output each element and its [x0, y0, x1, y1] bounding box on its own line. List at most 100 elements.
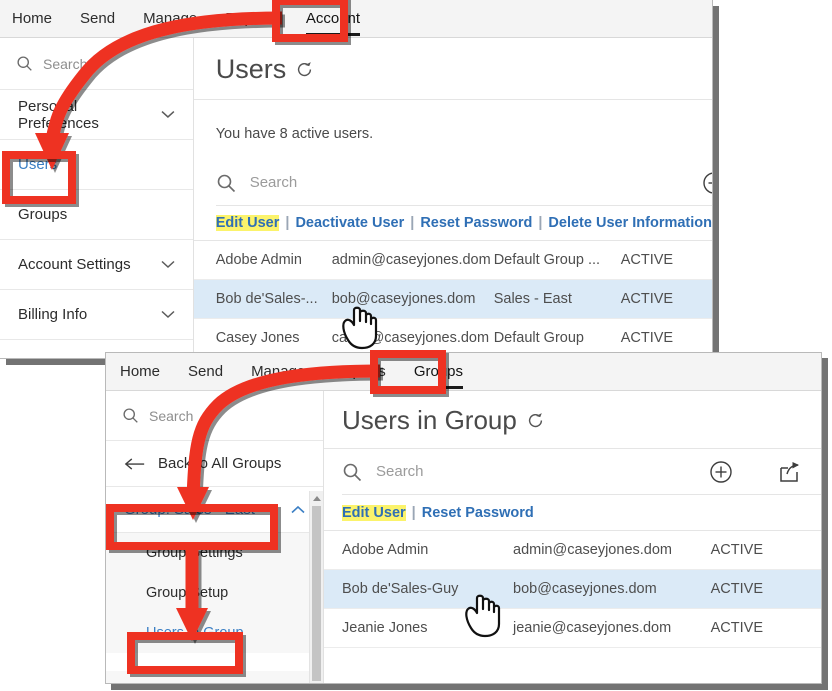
add-user-to-group-button[interactable] [709, 460, 733, 488]
nav-item-reports[interactable]: Reports [225, 10, 278, 27]
page-title: Users in Group [324, 391, 821, 448]
sidebar-filler [106, 671, 323, 683]
table-row[interactable]: Bob de'Sales-... bob@caseyjones.dom Sale… [193, 279, 712, 319]
sidebar-item-users[interactable]: Users [0, 140, 193, 190]
nav-item-send[interactable]: Send [80, 10, 115, 27]
sidebar-search-input[interactable]: Search [0, 38, 193, 90]
cell-user-group: Sales - East [492, 279, 620, 319]
sidebar-item-billing-info[interactable]: Billing Info [0, 290, 193, 340]
chevron-up-icon [291, 505, 305, 514]
action-delete-user-information[interactable]: Delete User Information [548, 215, 712, 231]
sidebar-item-label: Personal Preferences [18, 97, 99, 132]
sidebar-item-label: Users [18, 156, 58, 173]
sidebar-item-personal-preferences[interactable]: Personal Preferences [0, 90, 193, 140]
plus-circle-icon [710, 461, 732, 483]
refresh-icon[interactable] [295, 60, 314, 79]
nav-item-home[interactable]: Home [120, 363, 160, 380]
sidebar-sub-label: Users in Group [146, 625, 244, 641]
users-search-placeholder: Search [249, 174, 298, 191]
action-separator: | [410, 215, 415, 231]
sidebar-sub-label: Group Settings [146, 545, 243, 561]
back-to-all-groups-label: Back to All Groups [158, 455, 282, 472]
cell-user-email: bob@caseyjones.dom [330, 279, 493, 319]
sidebar-item-group-settings[interactable]: Group Settings [106, 533, 323, 573]
page-title-text: Users [215, 54, 287, 84]
refresh-icon[interactable] [526, 411, 545, 430]
cell-user-name: Adobe Admin [193, 241, 331, 280]
cell-user-status: ACTIVE [619, 241, 712, 280]
bottom-window-sidebar: Search Back to All Groups Group: Sales -… [106, 391, 324, 683]
table-row[interactable]: Bob de'Sales-Guy bob@caseyjones.dom ACTI… [324, 569, 821, 609]
top-window-sidebar: Search Personal Preferences Users Groups… [0, 38, 194, 358]
sidebar-search-placeholder: Search [149, 407, 194, 424]
chevron-down-icon [161, 110, 175, 118]
action-reset-password[interactable]: Reset Password [422, 505, 534, 521]
scrollbar-thumb[interactable] [312, 506, 321, 681]
group-users-search-input[interactable]: Search [342, 449, 821, 495]
search-icon [217, 174, 235, 192]
cell-user-status: ACTIVE [704, 608, 821, 648]
sidebar-item-account-settings[interactable]: Account Settings [0, 240, 193, 290]
sidebar-item-group-setup[interactable]: Group Setup [106, 573, 323, 613]
group-users-table: Adobe Admin admin@caseyjones.dom ACTIVE … [324, 531, 821, 648]
cell-user-status: ACTIVE [704, 569, 821, 609]
table-row[interactable]: Jeanie Jones jeanie@caseyjones.dom ACTIV… [324, 608, 821, 648]
bottom-window-content: Users in Group Search Edit User | Reset … [324, 391, 821, 683]
export-group-users-button[interactable] [777, 460, 801, 488]
group-users-search-placeholder: Search [376, 463, 424, 480]
table-row[interactable]: Adobe Admin admin@caseyjones.dom Default… [193, 241, 712, 280]
search-icon [17, 56, 32, 71]
add-user-button[interactable] [702, 171, 712, 199]
group-user-actions-bar: Edit User | Reset Password [324, 495, 821, 531]
sidebar-search-placeholder: Search [43, 55, 88, 72]
sidebar-scrollbar[interactable] [309, 491, 323, 683]
action-deactivate-user[interactable]: Deactivate User [295, 215, 404, 231]
cell-user-email: admin@caseyjones.dom [512, 531, 704, 570]
sidebar-item-groups[interactable]: Groups [0, 190, 193, 240]
groups-users-in-group-window: Home Send Manage Reports Groups Search B… [105, 352, 822, 684]
export-icon [780, 462, 799, 482]
cell-user-name: Bob de'Sales-Guy [324, 569, 512, 609]
sidebar-search-input[interactable]: Search [106, 391, 323, 441]
nav-item-manage[interactable]: Manage [251, 363, 305, 380]
action-edit-user[interactable]: Edit User [215, 215, 280, 231]
action-separator: | [538, 215, 543, 231]
sidebar-item-users-in-group[interactable]: Users in Group [106, 613, 323, 653]
nav-item-send[interactable]: Send [188, 363, 223, 380]
chevron-down-icon [161, 260, 175, 269]
sidebar-item-label: Account Settings [18, 256, 131, 273]
nav-item-groups[interactable]: Groups [413, 363, 464, 389]
top-window-content: Users You have 8 active users. Search Ed… [193, 38, 712, 358]
nav-item-account[interactable]: Account [305, 10, 361, 36]
action-reset-password[interactable]: Reset Password [420, 215, 532, 231]
nav-item-manage[interactable]: Manage [143, 10, 197, 27]
arrow-left-icon [124, 457, 145, 470]
cell-user-name: Adobe Admin [324, 531, 512, 570]
action-edit-user[interactable]: Edit User [342, 504, 406, 521]
chevron-down-icon [161, 310, 175, 319]
plus-circle-icon [703, 172, 712, 194]
bottom-window-navbar: Home Send Manage Reports Groups [106, 353, 821, 391]
active-users-info: You have 8 active users. [215, 126, 374, 142]
cell-user-status: ACTIVE [704, 531, 821, 570]
user-actions-bar: Edit User | Deactivate User | Reset Pass… [193, 206, 712, 241]
table-row[interactable]: Adobe Admin admin@caseyjones.dom ACTIVE [324, 531, 821, 570]
cell-user-email: bob@caseyjones.dom [512, 569, 704, 609]
cell-user-name: Bob de'Sales-... [193, 279, 331, 319]
cell-user-email: admin@caseyjones.dom [330, 241, 493, 280]
page-title-text: Users in Group [342, 405, 517, 435]
cell-user-email: jeanie@caseyjones.dom [512, 608, 704, 648]
action-separator: | [411, 504, 416, 521]
cell-user-group: Default Group ... [492, 241, 620, 280]
back-to-all-groups[interactable]: Back to All Groups [106, 441, 323, 487]
users-search-input[interactable]: Search [215, 160, 712, 206]
sidebar-item-group-sales-east[interactable]: Group: Sales - East [106, 487, 323, 533]
top-window-navbar: Home Send Manage Reports Account [0, 0, 712, 38]
search-icon [123, 408, 138, 423]
scroll-up-arrow-icon[interactable] [312, 496, 321, 501]
nav-item-reports[interactable]: Reports [333, 363, 386, 380]
sidebar-item-label: Billing Info [18, 306, 88, 323]
page-title: Users [194, 38, 712, 99]
nav-item-home[interactable]: Home [12, 10, 52, 27]
account-users-window: Home Send Manage Reports Account Search … [0, 0, 713, 359]
